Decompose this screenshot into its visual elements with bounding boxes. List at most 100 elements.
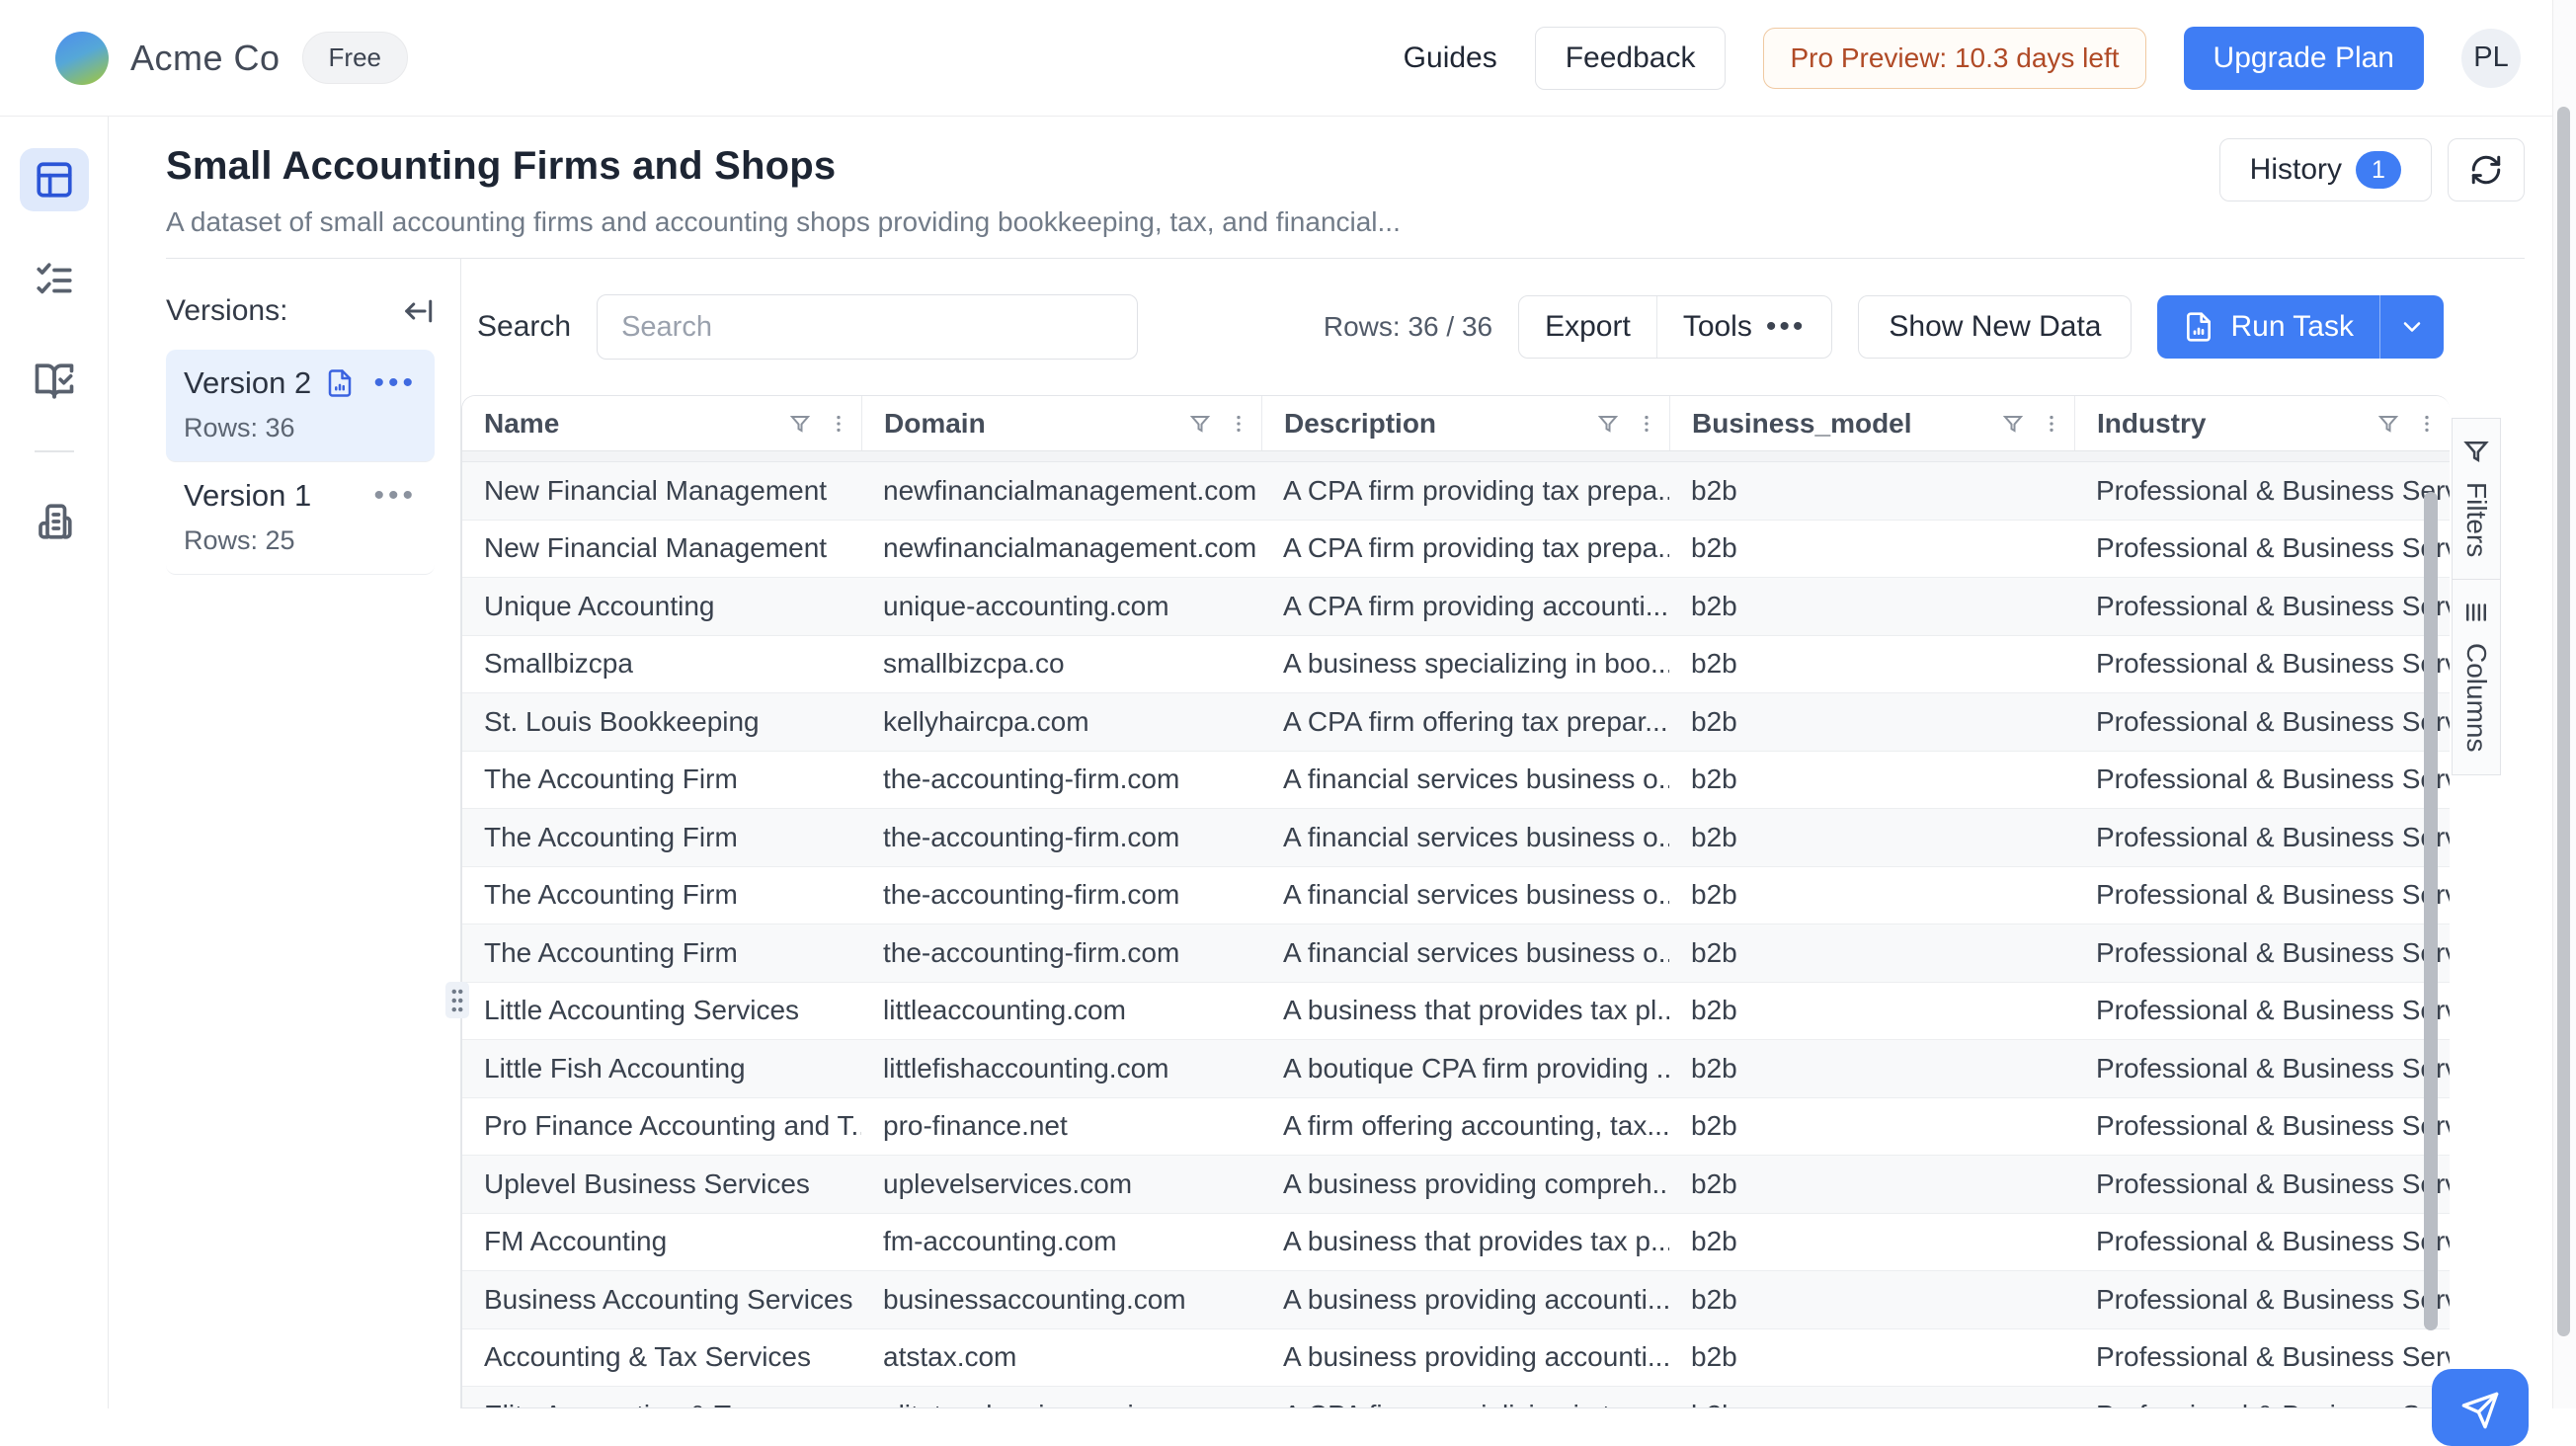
search-input[interactable] <box>597 294 1138 360</box>
cell-description[interactable]: A CPA firm providing tax prepa... <box>1261 462 1669 520</box>
cell-business-model[interactable]: b2b <box>1669 1329 2074 1387</box>
cell-description[interactable]: A boutique CPA firm providing ... <box>1261 1040 1669 1097</box>
cell-description[interactable]: A financial services business o... <box>1261 924 1669 982</box>
cell-industry[interactable]: Professional & Business Servic... <box>2074 752 2450 809</box>
table-row[interactable]: Uplevel Business Services uplevelservice… <box>462 1156 2450 1214</box>
history-button[interactable]: History 1 <box>2219 138 2432 201</box>
column-header-name[interactable]: Name <box>462 396 861 450</box>
cell-industry[interactable]: Professional & Business Servic... <box>2074 1156 2450 1213</box>
cell-industry[interactable]: Professional & Business Servic... <box>2074 578 2450 635</box>
cell-name[interactable]: Business Accounting Services <box>462 1271 861 1328</box>
cell-name[interactable]: Little Accounting Services <box>462 983 861 1040</box>
cell-industry[interactable]: Professional & Business Servic... <box>2074 521 2450 578</box>
cell-business-model[interactable]: b2b <box>1669 924 2074 982</box>
cell-name[interactable]: Little Fish Accounting <box>462 1040 861 1097</box>
filter-icon[interactable] <box>1188 412 1212 436</box>
cell-name[interactable]: The Accounting Firm <box>462 867 861 924</box>
table-scrollbar-thumb[interactable] <box>2424 492 2438 1330</box>
show-new-data-button[interactable]: Show New Data <box>1858 295 2132 359</box>
cell-business-model[interactable]: b2b <box>1669 693 2074 751</box>
cell-name[interactable]: FM Accounting <box>462 1214 861 1271</box>
table-row[interactable]: Smallbizcpa smallbizcpa.co A business sp… <box>462 636 2450 694</box>
cell-name[interactable]: Elite Accounting & Tax <box>462 1387 861 1407</box>
cell-domain[interactable]: unique-accounting.com <box>861 578 1261 635</box>
run-task-dropdown[interactable] <box>2379 295 2444 359</box>
nav-tasks[interactable] <box>20 249 89 312</box>
column-header-domain[interactable]: Domain <box>861 396 1261 450</box>
cell-name[interactable]: New Financial Management <box>462 521 861 578</box>
column-menu-icon[interactable] <box>2416 413 2438 435</box>
collapse-panel-icon[interactable] <box>401 294 435 328</box>
column-menu-icon[interactable] <box>828 413 849 435</box>
cell-domain[interactable]: kellyhaircpa.com <box>861 693 1261 751</box>
table-row[interactable]: Accounting & Tax Services atstax.com A b… <box>462 1329 2450 1388</box>
cell-description[interactable]: A business that provides tax pl... <box>1261 983 1669 1040</box>
cell-industry[interactable]: Professional & Business Servic... <box>2074 1387 2450 1407</box>
column-menu-icon[interactable] <box>1228 413 1249 435</box>
cell-description[interactable]: A financial services business o... <box>1261 752 1669 809</box>
nav-billing[interactable] <box>20 490 89 553</box>
cell-business-model[interactable]: b2b <box>1669 983 2074 1040</box>
cell-description[interactable]: A business specializing in boo... <box>1261 636 1669 693</box>
cell-domain[interactable]: littleaccounting.com <box>861 983 1261 1040</box>
cell-domain[interactable]: littlefishaccounting.com <box>861 1040 1261 1097</box>
cell-industry[interactable]: Professional & Business Servic... <box>2074 867 2450 924</box>
cell-domain[interactable]: fm-accounting.com <box>861 1214 1261 1271</box>
cell-business-model[interactable]: b2b <box>1669 752 2074 809</box>
column-header-business-model[interactable]: Business_model <box>1669 396 2074 450</box>
table-row[interactable]: Little Fish Accounting littlefishaccount… <box>462 1040 2450 1098</box>
table-row[interactable]: St. Louis Bookkeeping kellyhaircpa.com A… <box>462 693 2450 752</box>
nav-datasets[interactable] <box>20 148 89 211</box>
cell-description[interactable]: A financial services business o... <box>1261 809 1669 866</box>
cell-industry[interactable]: Professional & Business Servic... <box>2074 636 2450 693</box>
cell-domain[interactable]: pro-finance.net <box>861 1098 1261 1156</box>
cell-business-model[interactable]: b2b <box>1669 1040 2074 1097</box>
version-menu-icon[interactable]: ••• <box>373 377 417 389</box>
cell-domain[interactable]: newfinancialmanagement.com <box>861 462 1261 520</box>
cell-business-model[interactable]: b2b <box>1669 1098 2074 1156</box>
table-row[interactable]: New Financial Management newfinancialman… <box>462 521 2450 579</box>
filter-icon[interactable] <box>1596 412 1620 436</box>
version-item-1[interactable]: Version 1 ••• Rows: 25 <box>166 462 435 575</box>
cell-description[interactable]: A business providing compreh... <box>1261 1156 1669 1213</box>
cell-domain[interactable]: the-accounting-firm.com <box>861 924 1261 982</box>
run-task-button[interactable]: Run Task <box>2157 295 2379 359</box>
table-row[interactable]: FM Accounting fm-accounting.com A busine… <box>462 1214 2450 1272</box>
column-header-industry[interactable]: Industry <box>2074 396 2450 450</box>
column-menu-icon[interactable] <box>1636 413 1657 435</box>
user-avatar[interactable]: PL <box>2461 29 2521 88</box>
table-row[interactable]: The Accounting Firm the-accounting-firm.… <box>462 867 2450 925</box>
page-scrollbar-thumb[interactable] <box>2557 107 2570 1336</box>
cell-business-model[interactable]: b2b <box>1669 1214 2074 1271</box>
table-row[interactable]: New Financial Management newfinancialman… <box>462 462 2450 521</box>
cell-domain[interactable]: newfinancialmanagement.com <box>861 521 1261 578</box>
row-drag-handle[interactable] <box>445 982 469 1018</box>
cell-industry[interactable]: Professional & Business Servic... <box>2074 924 2450 982</box>
cell-business-model[interactable]: b2b <box>1669 1387 2074 1407</box>
cell-industry[interactable]: Professional & Business Servic... <box>2074 1214 2450 1271</box>
cell-name[interactable]: Unique Accounting <box>462 578 861 635</box>
cell-description[interactable]: A CPA firm offering tax prepar... <box>1261 693 1669 751</box>
cell-business-model[interactable]: b2b <box>1669 521 2074 578</box>
cell-description[interactable]: A CPA firm providing tax prepa... <box>1261 521 1669 578</box>
table-row[interactable]: Pro Finance Accounting and T... pro-fina… <box>462 1098 2450 1157</box>
table-row[interactable]: Little Accounting Services littleaccount… <box>462 983 2450 1041</box>
cell-description[interactable]: A business that provides tax p... <box>1261 1214 1669 1271</box>
cell-name[interactable]: The Accounting Firm <box>462 924 861 982</box>
cell-description[interactable]: A firm offering accounting, tax... <box>1261 1098 1669 1156</box>
cell-domain[interactable]: uplevelservices.com <box>861 1156 1261 1213</box>
table-row[interactable]: Unique Accounting unique-accounting.com … <box>462 578 2450 636</box>
cell-name[interactable]: Accounting & Tax Services <box>462 1329 861 1387</box>
cell-description[interactable]: A business providing accounti... <box>1261 1271 1669 1328</box>
cell-business-model[interactable]: b2b <box>1669 578 2074 635</box>
version-item-2[interactable]: Version 2 ••• Rows: 36 <box>166 350 435 462</box>
version-menu-icon[interactable]: ••• <box>373 490 417 502</box>
cell-name[interactable]: Uplevel Business Services <box>462 1156 861 1213</box>
export-button[interactable]: Export <box>1519 296 1656 358</box>
cell-industry[interactable]: Professional & Business Servic... <box>2074 1040 2450 1097</box>
cell-business-model[interactable]: b2b <box>1669 462 2074 520</box>
nav-library[interactable] <box>20 350 89 413</box>
cell-name[interactable]: Pro Finance Accounting and T... <box>462 1098 861 1156</box>
cell-description[interactable]: A CPA firm specializing in tax ... <box>1261 1387 1669 1407</box>
table-row[interactable]: Elite Accounting & Tax elitetaxplannings… <box>462 1387 2450 1407</box>
